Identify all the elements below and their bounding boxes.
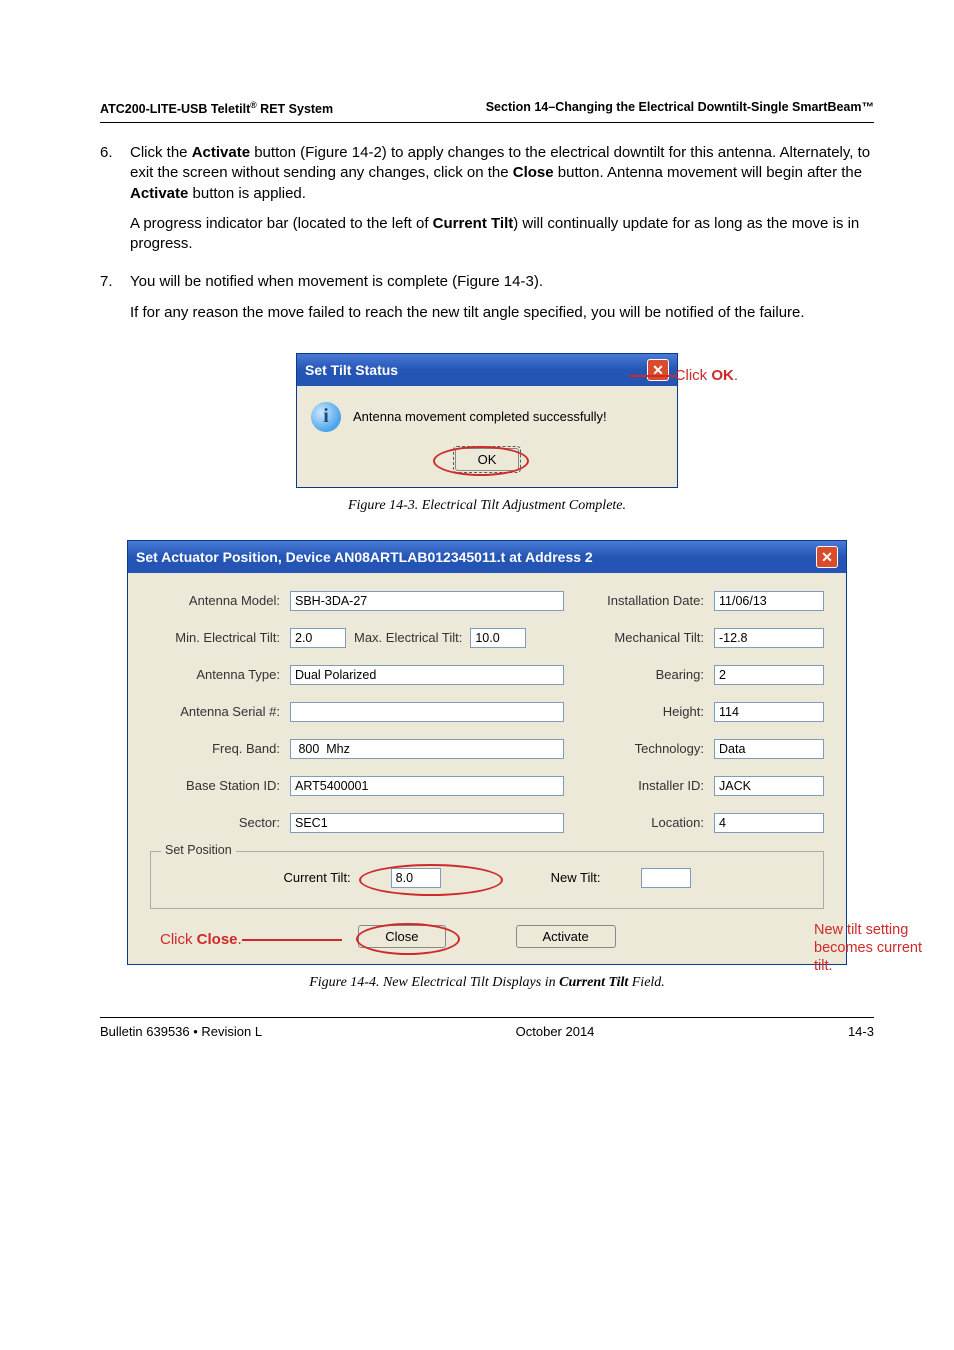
label-height: Height: — [574, 704, 704, 719]
label-bearing: Bearing: — [574, 667, 704, 682]
step-7-p2: If for any reason the move failed to rea… — [130, 303, 874, 323]
dialog2-titlebar: Set Actuator Position, Device AN08ARTLAB… — [128, 541, 846, 573]
bearing-field[interactable] — [714, 665, 824, 685]
figure-14-4-caption: Figure 14-4. New Electrical Tilt Display… — [100, 975, 874, 991]
min-tilt-field[interactable] — [290, 628, 346, 648]
label-antenna-type: Antenna Type: — [150, 667, 280, 682]
label-freq-band: Freq. Band: — [150, 741, 280, 756]
set-actuator-dialog: Set Actuator Position, Device AN08ARTLAB… — [127, 540, 847, 965]
ok-button[interactable]: OK — [455, 448, 520, 471]
figure-14-3-caption: Figure 14-3. Electrical Tilt Adjustment … — [100, 498, 874, 514]
technology-field[interactable] — [714, 739, 824, 759]
label-antenna-model: Antenna Model: — [150, 593, 280, 608]
header-right: Section 14–Changing the Electrical Downt… — [486, 100, 874, 116]
step-6-number: 6. — [100, 143, 130, 264]
label-installer: Installer ID: — [574, 778, 704, 793]
footer-rule — [100, 1017, 874, 1018]
instruction-list: 6. Click the Activate button (Figure 14-… — [100, 143, 874, 333]
current-tilt-field[interactable] — [391, 868, 441, 888]
set-position-legend: Set Position — [161, 843, 236, 857]
close-icon[interactable]: ✕ — [816, 546, 838, 568]
height-field[interactable] — [714, 702, 824, 722]
footer-mid: October 2014 — [516, 1024, 595, 1039]
serial-field[interactable] — [290, 702, 564, 722]
page-footer: Bulletin 639536 • Revision L October 201… — [100, 1024, 874, 1039]
max-tilt-field[interactable] — [470, 628, 526, 648]
activate-button[interactable]: Activate — [516, 925, 616, 948]
label-technology: Technology: — [574, 741, 704, 756]
dialog-title: Set Tilt Status — [305, 362, 398, 378]
dialog-titlebar: Set Tilt Status ✕ — [297, 354, 677, 386]
dialog2-title: Set Actuator Position, Device AN08ARTLAB… — [136, 549, 593, 565]
freq-band-field[interactable] — [290, 739, 564, 759]
close-button[interactable]: Close — [358, 925, 445, 948]
callout-click-close: Click Close. — [160, 931, 242, 948]
label-bsid: Base Station ID: — [150, 778, 280, 793]
callout-click-ok: Click OK. — [675, 367, 738, 384]
label-new-tilt: New Tilt: — [551, 870, 601, 885]
tilt-status-dialog: Set Tilt Status ✕ i Antenna movement com… — [296, 353, 678, 488]
antenna-model-field[interactable] — [290, 591, 564, 611]
header-rule — [100, 122, 874, 123]
antenna-type-field[interactable] — [290, 665, 564, 685]
step-7-p1: You will be notified when movement is co… — [130, 272, 874, 292]
sector-field[interactable] — [290, 813, 564, 833]
footer-left: Bulletin 639536 • Revision L — [100, 1024, 262, 1039]
info-icon: i — [311, 402, 341, 432]
bsid-field[interactable] — [290, 776, 564, 796]
label-sector: Sector: — [150, 815, 280, 830]
step-7-number: 7. — [100, 272, 130, 333]
label-serial: Antenna Serial #: — [150, 704, 280, 719]
mech-tilt-field[interactable] — [714, 628, 824, 648]
close-icon[interactable]: ✕ — [647, 359, 669, 381]
set-position-fieldset: Set Position Current Tilt: New Tilt: — [150, 851, 824, 909]
step-6-p1: Click the Activate button (Figure 14-2) … — [130, 143, 874, 204]
dialog-message: Antenna movement completed successfully! — [353, 409, 607, 424]
location-field[interactable] — [714, 813, 824, 833]
new-tilt-field[interactable] — [641, 868, 691, 888]
footer-right: 14-3 — [848, 1024, 874, 1039]
step-6-p2: A progress indicator bar (located to the… — [130, 214, 874, 255]
callout-new-tilt-note: New tilt setting becomes current tilt. — [814, 921, 944, 975]
label-install-date: Installation Date: — [574, 593, 704, 608]
page-header: ATC200-LITE-USB Teletilt® RET System Sec… — [100, 100, 874, 116]
install-date-field[interactable] — [714, 591, 824, 611]
label-max-tilt: Max. Electrical Tilt: — [354, 630, 462, 645]
label-current-tilt: Current Tilt: — [283, 870, 350, 885]
header-left: ATC200-LITE-USB Teletilt® RET System — [100, 100, 333, 116]
label-location: Location: — [574, 815, 704, 830]
label-min-tilt: Min. Electrical Tilt: — [150, 630, 280, 645]
installer-field[interactable] — [714, 776, 824, 796]
label-mech-tilt: Mechanical Tilt: — [574, 630, 704, 645]
